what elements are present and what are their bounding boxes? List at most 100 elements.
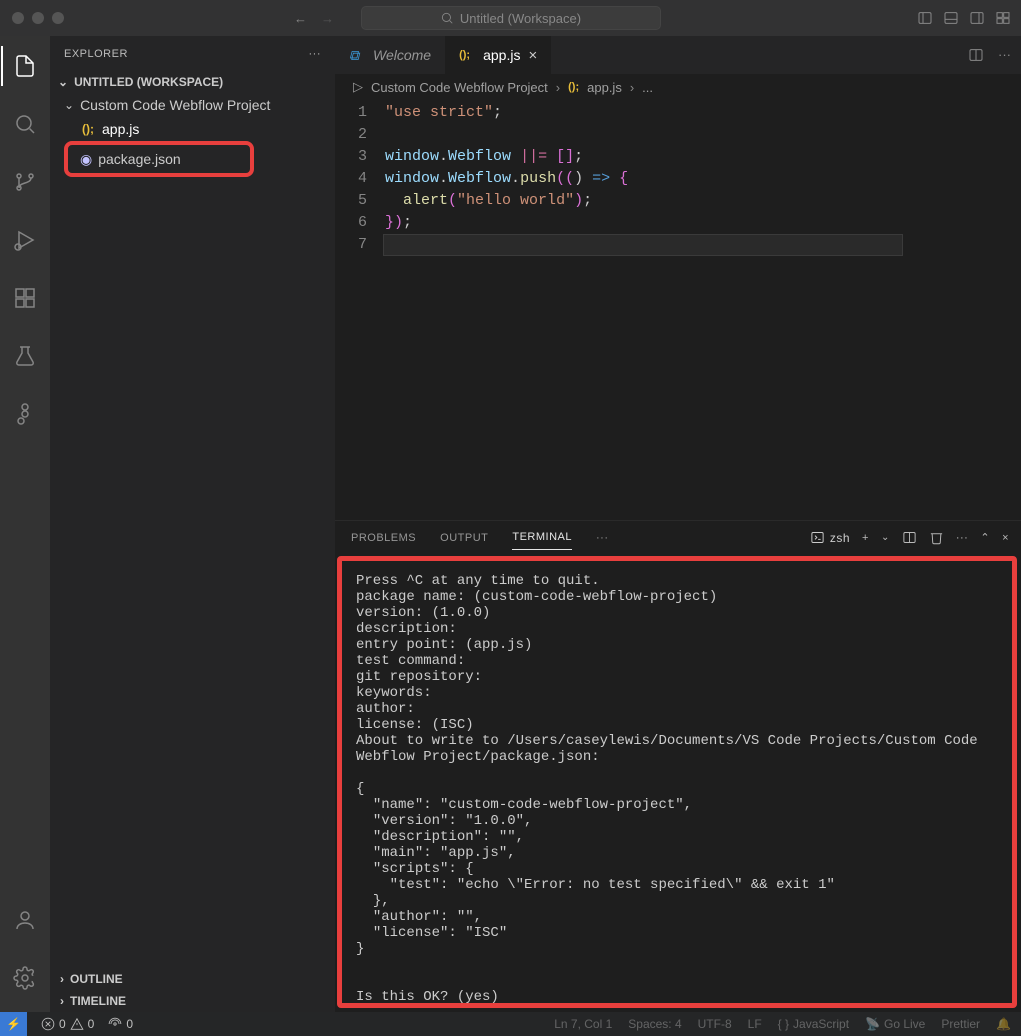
close-window-button[interactable] [12,12,24,24]
panel-tab-terminal[interactable]: TERMINAL [512,525,572,550]
beaker-icon [13,344,37,368]
tab-close-icon[interactable]: × [528,47,537,64]
tree-folder-project[interactable]: ⌄ Custom Code Webflow Project [50,93,335,117]
file-label: app.js [102,121,139,137]
tab-actions: ··· [968,47,1011,63]
window-controls [0,12,64,24]
activity-explorer[interactable] [1,46,49,86]
kill-terminal-icon[interactable] [929,530,944,545]
outline-label: OUTLINE [70,972,123,986]
terminal-shell-label[interactable]: zsh [810,530,850,545]
panel-overflow-icon[interactable]: ··· [956,532,969,544]
chevron-right-icon: › [60,972,64,986]
activity-figma[interactable] [1,394,49,434]
terminal-icon [810,530,825,545]
folder-label: Custom Code Webflow Project [80,97,270,113]
line-gutter: 1234567 [335,100,385,520]
status-errors[interactable]: 0 0 [41,1017,94,1031]
nav-back-icon[interactable]: ← [294,11,307,26]
files-icon [13,54,37,78]
tab-appjs[interactable]: (); app.js × [445,36,551,74]
workspace-name: UNTITLED (WORKSPACE) [74,75,223,89]
status-spaces[interactable]: Spaces: 4 [628,1017,681,1031]
toggle-secondary-sidebar-icon[interactable] [969,10,985,26]
tree-file-appjs[interactable]: (); app.js [50,117,335,141]
code-editor[interactable]: 1234567 "use strict";window.Webflow ||= … [335,100,1021,520]
tab-label: app.js [483,47,520,63]
workspace-title: Untitled (Workspace) [460,11,581,26]
bottom-panel: PROBLEMS OUTPUT TERMINAL ··· zsh + ⌄ ···… [335,520,1021,1012]
outline-section[interactable]: › OUTLINE [50,968,335,990]
activity-bar [0,36,50,1012]
chevron-right-icon: › [556,80,560,95]
status-prettier[interactable]: Prettier [941,1017,980,1031]
breadcrumb-segment[interactable]: ... [642,80,653,95]
status-eol[interactable]: LF [748,1017,762,1031]
toggle-primary-sidebar-icon[interactable] [917,10,933,26]
npm-file-icon: ◉ [80,151,92,168]
customize-layout-icon[interactable] [995,10,1011,26]
file-label: package.json [98,151,181,167]
editor-area: ⧉ Welcome (); app.js × ··· ▷ Custom Code… [335,36,1021,1012]
chevron-right-icon: › [60,994,64,1008]
split-editor-icon[interactable] [968,47,984,63]
run-icon[interactable]: ▷ [353,79,363,95]
activity-accounts[interactable] [1,900,49,940]
workspace-header[interactable]: ⌄ UNTITLED (WORKSPACE) [50,71,335,93]
code-content[interactable]: "use strict";window.Webflow ||= [];windo… [385,100,903,520]
panel-tab-problems[interactable]: PROBLEMS [351,526,416,550]
minimap[interactable] [961,100,1021,520]
new-terminal-icon[interactable]: + [862,532,869,544]
breadcrumb-segment[interactable]: Custom Code Webflow Project [371,80,548,95]
sidebar-header: EXPLORER ··· [50,36,335,71]
activity-settings[interactable] [1,958,49,998]
file-tree: ⌄ Custom Code Webflow Project (); app.js… [50,93,335,968]
terminal-dropdown-icon[interactable]: ⌄ [881,532,890,543]
js-file-icon: (); [459,47,475,63]
explorer-more-icon[interactable]: ··· [309,48,322,60]
status-bar: ⚡ 0 0 0 Ln 7, Col 1 Spaces: 4 UTF-8 LF {… [0,1012,1021,1036]
js-file-icon: (); [568,81,579,93]
status-cursor-position[interactable]: Ln 7, Col 1 [554,1017,612,1031]
explorer-label: EXPLORER [64,48,128,60]
panel-tab-output[interactable]: OUTPUT [440,526,488,550]
panel-more-icon[interactable]: ··· [596,532,609,544]
breadcrumb[interactable]: ▷ Custom Code Webflow Project › (); app.… [335,74,1021,100]
vscode-icon: ⧉ [349,47,365,63]
main-container: EXPLORER ··· ⌄ UNTITLED (WORKSPACE) ⌄ Cu… [0,36,1021,1012]
timeline-label: TIMELINE [70,994,126,1008]
command-center-search[interactable]: Untitled (Workspace) [361,6,661,30]
status-notifications-icon[interactable]: 🔔 [996,1017,1011,1031]
warning-icon [70,1017,84,1031]
close-panel-icon[interactable]: × [1002,532,1009,544]
nav-forward-icon[interactable]: → [321,11,334,26]
status-encoding[interactable]: UTF-8 [698,1017,732,1031]
search-icon [440,11,454,25]
activity-extensions[interactable] [1,278,49,318]
status-language[interactable]: { } JavaScript [778,1017,849,1031]
search-icon [13,112,37,136]
layout-controls [917,10,1011,26]
timeline-section[interactable]: › TIMELINE [50,990,335,1012]
status-ports[interactable]: 0 [108,1017,133,1031]
remote-icon: ⚡ [6,1017,21,1031]
debug-icon [13,228,37,252]
breadcrumb-segment[interactable]: app.js [587,80,622,95]
split-terminal-icon[interactable] [902,530,917,545]
status-golive[interactable]: 📡 Go Live [865,1017,925,1031]
toggle-panel-icon[interactable] [943,10,959,26]
remote-indicator[interactable]: ⚡ [0,1012,27,1036]
terminal-content[interactable]: Press ^C at any time to quit. package na… [337,556,1017,1008]
activity-search[interactable] [1,104,49,144]
tree-file-package-json[interactable]: ◉ package.json [64,141,254,177]
maximize-panel-icon[interactable]: ⌃ [980,531,990,544]
activity-source-control[interactable] [1,162,49,202]
branch-icon [13,170,37,194]
figma-icon [13,402,37,426]
minimize-window-button[interactable] [32,12,44,24]
tab-more-icon[interactable]: ··· [998,47,1011,63]
maximize-window-button[interactable] [52,12,64,24]
activity-testing[interactable] [1,336,49,376]
tab-welcome[interactable]: ⧉ Welcome [335,36,445,74]
activity-run-debug[interactable] [1,220,49,260]
